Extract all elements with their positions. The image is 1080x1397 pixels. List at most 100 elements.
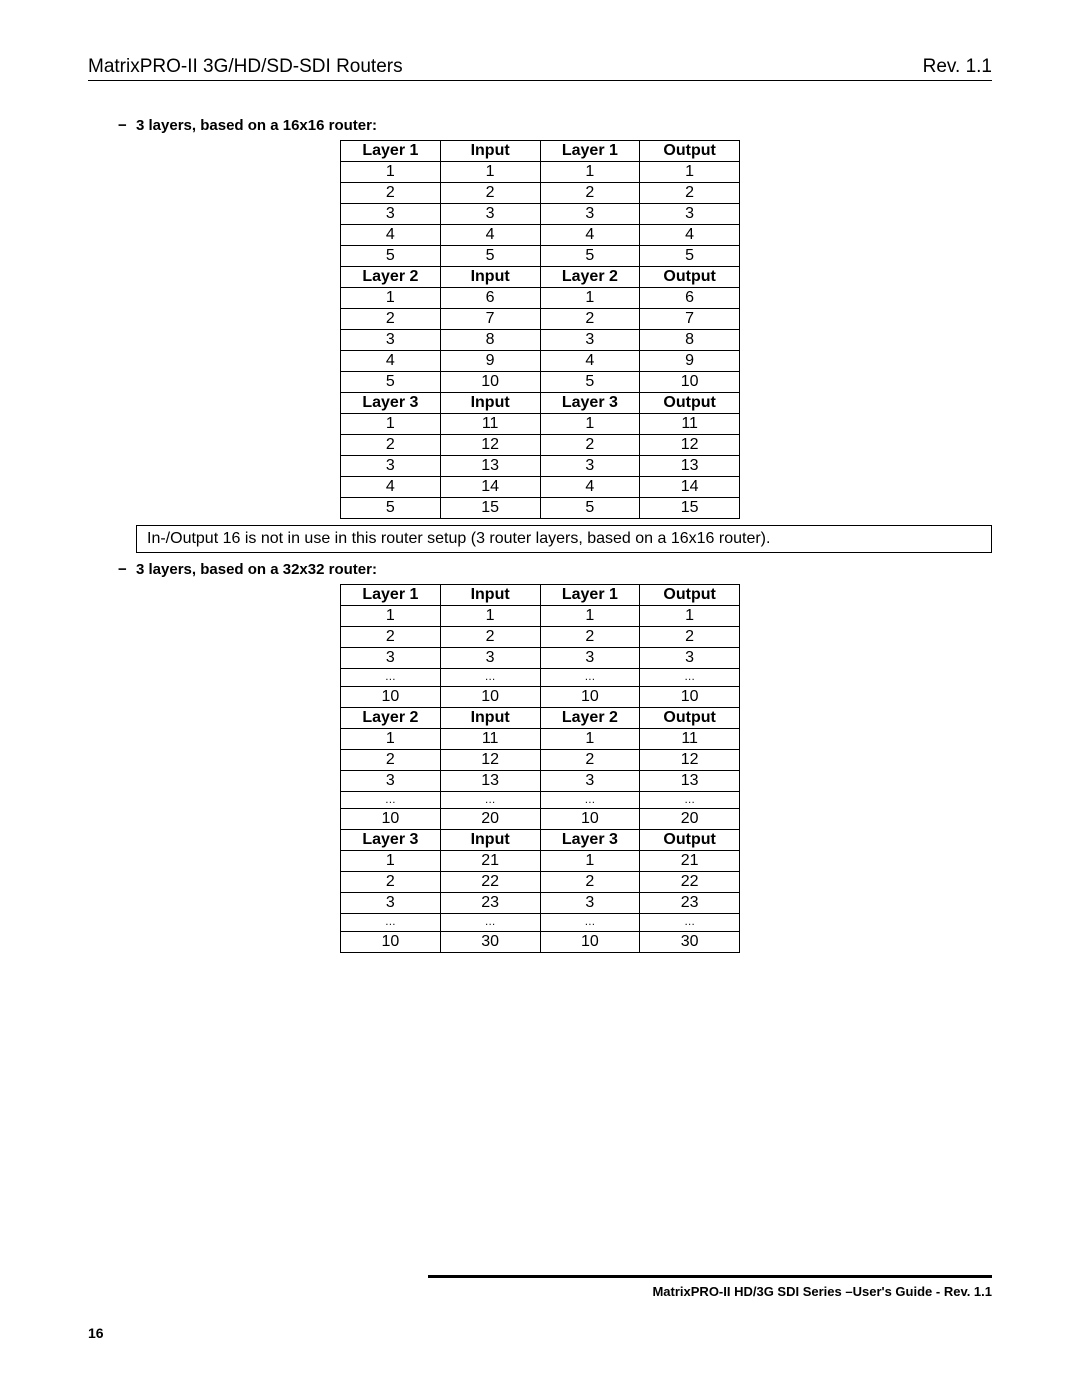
table-row: 3333 [341, 648, 740, 669]
td: 7 [440, 309, 540, 330]
page-number: 16 [88, 1325, 992, 1341]
th: Output [640, 585, 740, 606]
table-row: 2727 [341, 309, 740, 330]
th: Input [440, 393, 540, 414]
table-row: 323323 [341, 893, 740, 914]
td: 13 [640, 770, 740, 791]
table-row: 414414 [341, 477, 740, 498]
table-header-row: Layer 2 Input Layer 2 Output [341, 267, 740, 288]
table-row: 1616 [341, 288, 740, 309]
td: 3 [640, 204, 740, 225]
td: 1 [341, 162, 441, 183]
td: 2 [440, 627, 540, 648]
td: 3 [540, 330, 640, 351]
td: 8 [640, 330, 740, 351]
td: 10 [440, 686, 540, 707]
th: Layer 3 [341, 393, 441, 414]
th: Input [440, 830, 540, 851]
td: … [540, 914, 640, 932]
td: 3 [540, 770, 640, 791]
td: 2 [540, 749, 640, 770]
th: Layer 1 [341, 141, 441, 162]
td: 22 [440, 872, 540, 893]
routing-table-16x16: Layer 1 Input Layer 1 Output 1111 2222 3… [340, 140, 740, 519]
td: 12 [640, 749, 740, 770]
td: 21 [640, 851, 740, 872]
td: 10 [540, 931, 640, 952]
td: 1 [640, 606, 740, 627]
table-row: 222222 [341, 872, 740, 893]
td: 3 [341, 204, 441, 225]
td: 10 [540, 686, 640, 707]
bullet-dash-icon: − [118, 561, 136, 578]
th: Layer 2 [540, 267, 640, 288]
td: 12 [440, 749, 540, 770]
th: Input [440, 267, 540, 288]
table-row-ellipsis: ………… [341, 914, 740, 932]
td: 2 [640, 183, 740, 204]
td: 30 [640, 931, 740, 952]
page-header: MatrixPRO-II 3G/HD/SD-SDI Routers Rev. 1… [88, 56, 992, 81]
table-row: 2222 [341, 183, 740, 204]
td: 3 [540, 893, 640, 914]
td: 8 [440, 330, 540, 351]
th: Layer 1 [540, 141, 640, 162]
footer-rule [428, 1275, 992, 1278]
td: 22 [640, 872, 740, 893]
table-header-row: Layer 2 Input Layer 2 Output [341, 707, 740, 728]
td: 3 [540, 456, 640, 477]
table-row: 111111 [341, 728, 740, 749]
table-row: 212212 [341, 749, 740, 770]
table-row: 313313 [341, 770, 740, 791]
td: 2 [341, 627, 441, 648]
bullet-text: 3 layers, based on a 16x16 router: [136, 117, 377, 134]
td: 5 [440, 246, 540, 267]
table-row: 3333 [341, 204, 740, 225]
th: Layer 3 [341, 830, 441, 851]
td: 4 [540, 351, 640, 372]
td: 2 [640, 627, 740, 648]
td: 10 [341, 931, 441, 952]
td: 1 [540, 606, 640, 627]
td: 3 [640, 648, 740, 669]
td: 1 [540, 851, 640, 872]
td: 9 [640, 351, 740, 372]
td: 2 [540, 309, 640, 330]
table-header-row: Layer 1 Input Layer 1 Output [341, 141, 740, 162]
header-revision: Rev. 1.1 [923, 56, 992, 78]
td: 11 [440, 414, 540, 435]
td: 10 [640, 686, 740, 707]
td: 5 [540, 246, 640, 267]
td: 9 [440, 351, 540, 372]
td: … [341, 791, 441, 809]
td: 6 [440, 288, 540, 309]
td: 1 [341, 606, 441, 627]
td: 1 [341, 851, 441, 872]
td: 15 [640, 498, 740, 519]
td: … [640, 791, 740, 809]
document-page: MatrixPRO-II 3G/HD/SD-SDI Routers Rev. 1… [0, 0, 1080, 1397]
table-row-ellipsis: ………… [341, 791, 740, 809]
td: 4 [540, 225, 640, 246]
td: 1 [341, 288, 441, 309]
td: 12 [440, 435, 540, 456]
page-footer: MatrixPRO-II HD/3G SDI Series –User's Gu… [88, 1275, 992, 1341]
td: 5 [341, 372, 441, 393]
bullet-text: 3 layers, based on a 32x32 router: [136, 561, 377, 578]
td: 7 [640, 309, 740, 330]
page-content: − 3 layers, based on a 16x16 router: Lay… [88, 81, 992, 953]
td: 2 [341, 309, 441, 330]
td: 3 [341, 770, 441, 791]
td: 2 [341, 183, 441, 204]
td: 3 [540, 648, 640, 669]
td: 4 [341, 225, 441, 246]
table-row: 4949 [341, 351, 740, 372]
td: 2 [440, 183, 540, 204]
td: 11 [640, 414, 740, 435]
table-row: 2222 [341, 627, 740, 648]
th: Input [440, 707, 540, 728]
td: 1 [540, 288, 640, 309]
table-row: 510510 [341, 372, 740, 393]
td: 23 [440, 893, 540, 914]
header-title: MatrixPRO-II 3G/HD/SD-SDI Routers [88, 56, 403, 78]
